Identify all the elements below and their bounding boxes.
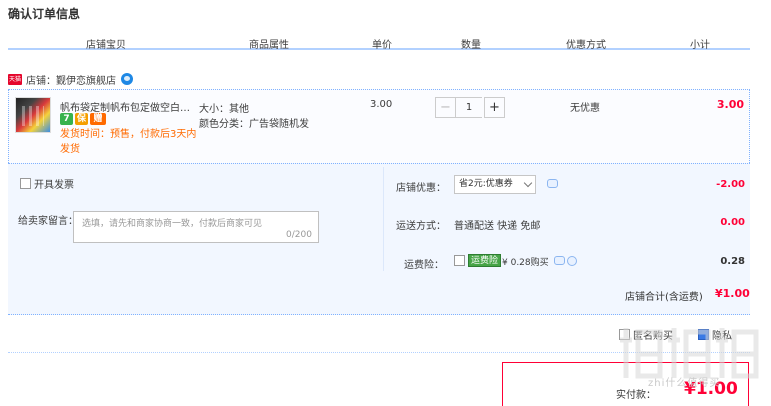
gift-icon[interactable]: 赠 <box>90 113 106 125</box>
seven-day-return-icon[interactable]: 7 <box>60 113 73 125</box>
quantity-input[interactable]: 1 <box>456 97 482 118</box>
shop-promo-label: 店铺优惠： <box>396 183 446 194</box>
shop-total-value: ¥1.00 <box>715 287 750 300</box>
item-promotion: 无优惠 <box>570 103 600 114</box>
chevron-down-icon <box>523 178 533 188</box>
wangwang-chat-icon[interactable] <box>121 73 133 85</box>
insurance-info-icon[interactable] <box>567 256 577 266</box>
page-title: 确认订单信息 <box>8 7 81 21</box>
seller-message-label: 给卖家留言： <box>18 216 78 227</box>
item-subtotal: 3.00 <box>716 98 744 111</box>
attr-color: 颜色分类：广告袋随机发 <box>199 119 309 130</box>
promo-info-icon[interactable] <box>547 179 558 188</box>
shop-promo-amount: -2.00 <box>716 179 745 190</box>
quantity-stepper: − 1 + <box>435 97 505 118</box>
column-quantity: 数量 <box>461 40 481 51</box>
column-shop-item: 店铺宝贝 <box>86 40 126 51</box>
invoice-checkbox[interactable] <box>20 178 31 189</box>
ship-time-note: 发货时间：预售，付款后3天内发货 <box>60 129 197 155</box>
shipping-method: 普通配送 快递 免邮 <box>454 221 541 232</box>
shop-total-label: 店铺合计(含运费) <box>625 292 703 303</box>
seller-message-input[interactable]: 选填，请先和商家协商一致，付款后商家可见 <box>73 211 319 243</box>
insurance-amount: 0.28 <box>720 256 745 267</box>
watermark-text: zhi什么值得买 <box>648 378 721 389</box>
quantity-decrease-button[interactable]: − <box>435 97 456 118</box>
column-unit-price: 单价 <box>372 40 392 51</box>
invoice-label: 开具发票 <box>34 180 74 191</box>
shop-name-link[interactable]: 店铺：觐伊恋旗舰店 <box>26 72 116 87</box>
shipping-label: 运送方式： <box>396 221 446 232</box>
message-char-count: 0/200 <box>286 230 312 240</box>
insurance-checkbox[interactable] <box>454 255 465 266</box>
quantity-increase-button[interactable]: + <box>484 97 505 118</box>
insurance-chat-icon[interactable] <box>554 256 565 265</box>
column-promotion: 优惠方式 <box>566 40 606 51</box>
column-attributes: 商品属性 <box>249 40 289 51</box>
tmall-badge-icon: 天猫 <box>8 73 22 85</box>
column-header: 店铺宝贝 商品属性 单价 数量 优惠方式 小计 <box>8 36 750 51</box>
guarantee-icon[interactable]: 保 <box>75 113 88 125</box>
insurance-badge: 运费险 <box>468 254 502 267</box>
unit-price: 3.00 <box>370 99 393 110</box>
attr-size: 大小：其他 <box>199 104 249 115</box>
shop-promo-select[interactable]: 省2元:优惠券 <box>454 175 536 194</box>
invoice-option[interactable]: 开具发票 <box>20 176 74 191</box>
service-icons: 7 保 赠 <box>60 113 106 125</box>
options-divider <box>383 167 384 271</box>
shop-row: 天猫 店铺：觐伊恋旗舰店 <box>8 71 133 87</box>
insurance-label: 运费险： <box>404 260 444 271</box>
product-title-link[interactable]: 帆布袋定制帆布包定做空白diy手提袋 <box>60 99 192 114</box>
column-subtotal: 小计 <box>690 40 710 51</box>
product-thumbnail[interactable] <box>15 97 51 133</box>
shipping-amount: 0.00 <box>720 217 745 228</box>
insurance-price: ¥ 0.28购买 <box>502 258 549 268</box>
shop-promo-value: 省2元:优惠券 <box>459 179 513 189</box>
insurance-icons <box>554 256 577 266</box>
